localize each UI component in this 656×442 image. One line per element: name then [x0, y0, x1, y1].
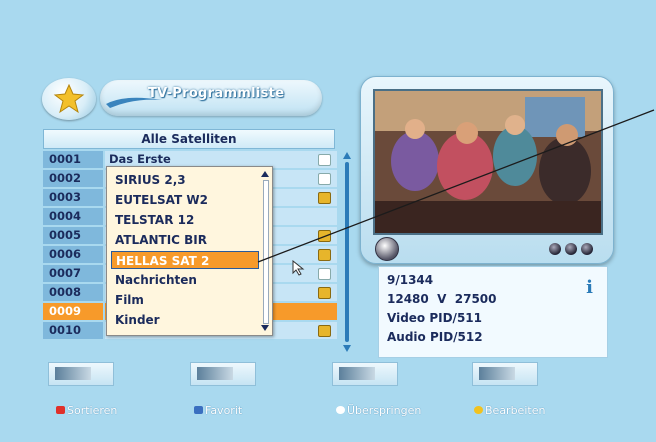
satellite-option[interactable]: Kinder — [111, 311, 259, 329]
scroll-down-arrow-icon[interactable] — [343, 345, 351, 352]
channel-number: 0003 — [43, 189, 103, 206]
thumbnail-button[interactable] — [472, 362, 538, 386]
thumbnail-button[interactable] — [332, 362, 398, 386]
dropdown-scroll-down-icon[interactable] — [261, 325, 269, 331]
legend-favorite[interactable]: Favorit — [205, 404, 242, 417]
satellite-option[interactable]: HELLAS SAT 2 — [111, 251, 259, 269]
channel-number: 0006 — [43, 246, 103, 263]
channel-number: 0001 — [43, 151, 103, 168]
dropdown-scroll-up-icon[interactable] — [261, 171, 269, 177]
channel-number: 0008 — [43, 284, 103, 301]
dropdown-scrollbar[interactable] — [261, 171, 269, 331]
video-preview — [373, 89, 603, 235]
satellite-option[interactable]: ATLANTIC BIR — [111, 231, 259, 249]
satellite-option[interactable]: SIRIUS 2,3 — [111, 171, 259, 189]
lock-icon — [318, 154, 331, 166]
volume-knob-icon — [375, 237, 399, 261]
thumbnail-button[interactable] — [190, 362, 256, 386]
preview-monitor — [360, 76, 614, 264]
scroll-track[interactable] — [345, 162, 349, 342]
lock-icon — [318, 268, 331, 280]
monitor-button-icon — [581, 243, 593, 255]
channel-number: 0009 — [43, 303, 103, 320]
audio-pid: Audio PID/512 — [387, 330, 483, 344]
page-title: TV-Programmliste — [148, 86, 285, 101]
legend-edit[interactable]: Bearbeiten — [485, 404, 545, 417]
channel-number: 0002 — [43, 170, 103, 187]
red-key-icon — [56, 406, 65, 414]
folder-icon — [318, 192, 331, 204]
mouse-cursor-icon — [292, 260, 305, 276]
video-pid: Video PID/511 — [387, 311, 482, 325]
folder-icon — [318, 287, 331, 299]
satellite-dropdown[interactable]: SIRIUS 2,3 EUTELSAT W2 TELSTAR 12 ATLANTIC … — [106, 166, 273, 336]
folder-icon — [318, 230, 331, 242]
white-key-icon — [336, 406, 345, 414]
folder-icon — [318, 249, 331, 261]
transponder-info: 12480 V 27500 — [387, 292, 497, 306]
satellite-option[interactable]: EUTELSAT W2 — [111, 191, 259, 209]
monitor-button-icon — [549, 243, 561, 255]
channel-number: 0005 — [43, 227, 103, 244]
thumbnail-button[interactable] — [48, 362, 114, 386]
channel-number: 0004 — [43, 208, 103, 225]
satellite-option[interactable]: TELSTAR 12 — [111, 211, 259, 229]
satellite-star-icon — [42, 78, 96, 120]
tv-channel-list-screen: TV-Programmliste Alle Satelliten 0001 Das… — [0, 0, 656, 442]
scroll-up-arrow-icon[interactable] — [343, 152, 351, 159]
legend-sort[interactable]: Sortieren — [67, 404, 117, 417]
info-icon[interactable]: i — [586, 277, 593, 298]
satellite-filter-header[interactable]: Alle Satelliten — [43, 129, 335, 149]
blue-key-icon — [194, 406, 203, 414]
dropdown-scroll-track[interactable] — [263, 180, 269, 324]
channel-number: 0010 — [43, 322, 103, 339]
monitor-button-icon — [565, 243, 577, 255]
lock-icon — [318, 173, 331, 185]
channel-number: 0007 — [43, 265, 103, 282]
legend-skip[interactable]: Überspringen — [347, 404, 421, 417]
satellite-option[interactable]: Nachrichten — [111, 271, 259, 289]
channel-list-scrollbar[interactable] — [343, 152, 351, 352]
yellow-key-icon — [474, 406, 483, 414]
folder-icon — [318, 325, 331, 337]
channel-count: 9/1344 — [387, 273, 434, 287]
channel-info-panel: 9/1344 12480 V 27500 Video PID/511 Audio… — [378, 266, 608, 358]
satellite-option[interactable]: Film — [111, 291, 259, 309]
